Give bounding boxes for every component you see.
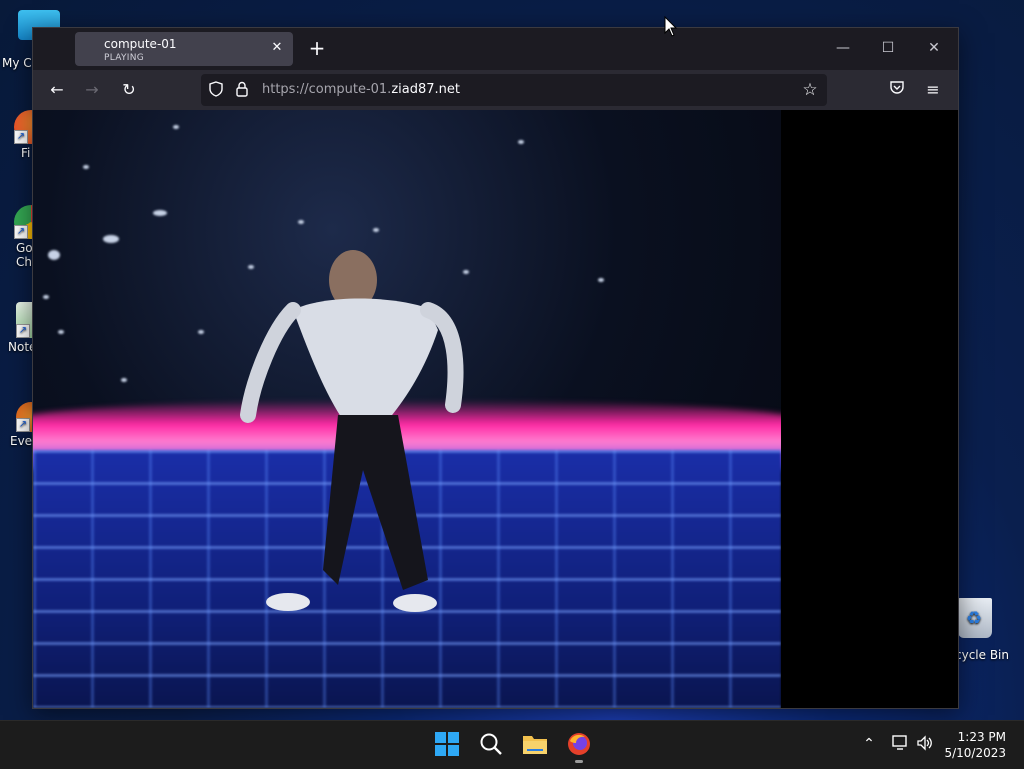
volume-icon[interactable]: [916, 735, 934, 753]
title-bar[interactable]: compute-01 PLAYING ✕ + — ☐ ✕: [33, 28, 958, 70]
star-particle: [373, 228, 379, 232]
star-particle: [598, 278, 604, 282]
star-particle: [518, 140, 524, 144]
desktop-icon-label: Go Ch: [16, 241, 33, 269]
close-tab-icon[interactable]: ✕: [269, 40, 285, 56]
tab-title: compute-01: [104, 37, 177, 51]
clock-time: 1:23 PM: [957, 730, 1006, 744]
file-explorer-button[interactable]: [522, 731, 548, 757]
star-particle: [83, 165, 89, 169]
mouse-cursor-icon: [664, 16, 678, 37]
url-host: ziad87.net: [391, 82, 460, 97]
system-clock[interactable]: 1:23 PM 5/10/2023: [944, 729, 1006, 761]
video-player[interactable]: [33, 110, 781, 708]
firefox-taskbar-button[interactable]: [566, 731, 592, 763]
url-text[interactable]: https://compute-01.ziad87.net: [262, 82, 460, 97]
shortcut-arrow-icon: ↗: [14, 225, 28, 239]
firefox-icon: [568, 733, 590, 755]
star-particle: [173, 125, 179, 129]
windows-logo-icon: [435, 732, 459, 756]
network-icon[interactable]: [891, 735, 909, 753]
folder-icon: [523, 736, 547, 754]
start-button[interactable]: [434, 731, 460, 757]
clock-date: 5/10/2023: [944, 746, 1006, 760]
close-window-button[interactable]: ✕: [924, 38, 944, 58]
star-particle: [121, 378, 127, 382]
star-particle: [43, 295, 49, 299]
menu-hamburger-icon[interactable]: ≡: [922, 79, 944, 101]
tab-playing-status: PLAYING: [104, 53, 145, 63]
reload-button[interactable]: ↻: [118, 79, 140, 101]
show-hidden-icons-chevron-icon[interactable]: ⌃: [860, 735, 878, 753]
shortcut-arrow-icon: ↗: [14, 130, 28, 144]
url-prefix: https://compute-01.: [262, 82, 392, 97]
tracking-protection-shield-icon[interactable]: [207, 81, 225, 99]
shortcut-arrow-icon: ↗: [16, 418, 30, 432]
maximize-button[interactable]: ☐: [878, 38, 898, 58]
bookmark-star-icon[interactable]: ☆: [801, 81, 819, 99]
star-particle: [48, 250, 60, 260]
new-tab-button[interactable]: +: [307, 38, 327, 58]
star-particle: [103, 235, 119, 243]
star-particle: [298, 220, 304, 224]
taskbar: ⌃ 1:23 PM 5/10/2023: [0, 720, 1024, 769]
browser-window: compute-01 PLAYING ✕ + — ☐ ✕ ← → ↻ https…: [32, 27, 959, 709]
minimize-button[interactable]: —: [833, 38, 853, 58]
pocket-icon[interactable]: [886, 79, 908, 101]
search-button[interactable]: [478, 731, 504, 757]
recycle-bin-label: cycle Bin: [955, 648, 1009, 662]
back-button[interactable]: ←: [46, 79, 68, 101]
tab-compute-01[interactable]: compute-01 PLAYING ✕: [75, 32, 293, 66]
navigation-toolbar: ← → ↻ https://compute-01.ziad87.net ☆ ≡: [33, 70, 958, 110]
url-bar[interactable]: https://compute-01.ziad87.net ☆: [201, 74, 827, 106]
lock-icon[interactable]: [233, 81, 251, 99]
star-particle: [58, 330, 64, 334]
desktop-icon-recycle-bin[interactable]: ♻ cycle Bin: [955, 598, 1024, 662]
forward-button[interactable]: →: [81, 79, 103, 101]
search-icon: [480, 733, 502, 755]
recycle-bin-icon: ♻: [958, 598, 992, 638]
active-app-indicator: [575, 760, 583, 763]
dancer-figure: [240, 250, 464, 612]
shortcut-arrow-icon: ↗: [16, 324, 30, 338]
star-particle: [198, 330, 204, 334]
page-content: [33, 110, 958, 708]
star-particle: [153, 210, 167, 216]
